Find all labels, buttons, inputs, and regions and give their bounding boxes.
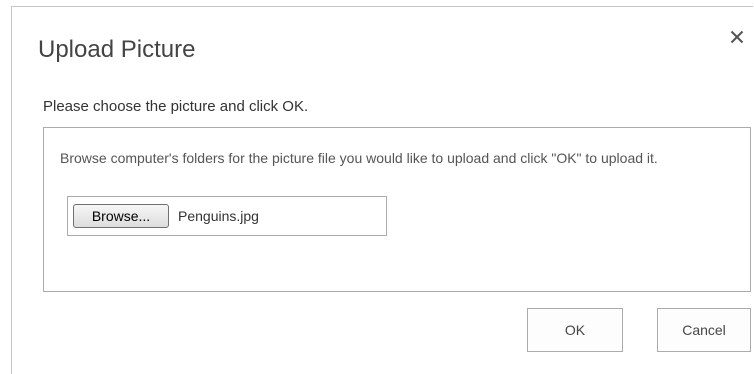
- upload-picture-dialog: Upload Picture Please choose the picture…: [11, 6, 753, 374]
- selected-file-name: Penguins.jpg: [178, 208, 259, 224]
- close-button[interactable]: [725, 25, 749, 49]
- cancel-button[interactable]: Cancel: [657, 308, 751, 352]
- upload-description: Browse computer's folders for the pictur…: [60, 150, 658, 166]
- close-icon: [730, 30, 744, 44]
- dialog-instruction: Please choose the picture and click OK.: [43, 98, 309, 115]
- ok-button[interactable]: OK: [527, 308, 623, 352]
- file-input[interactable]: Browse... Penguins.jpg: [67, 196, 387, 236]
- dialog-title: Upload Picture: [38, 36, 196, 63]
- browse-button[interactable]: Browse...: [73, 204, 169, 228]
- upload-panel: Browse computer's folders for the pictur…: [43, 127, 751, 292]
